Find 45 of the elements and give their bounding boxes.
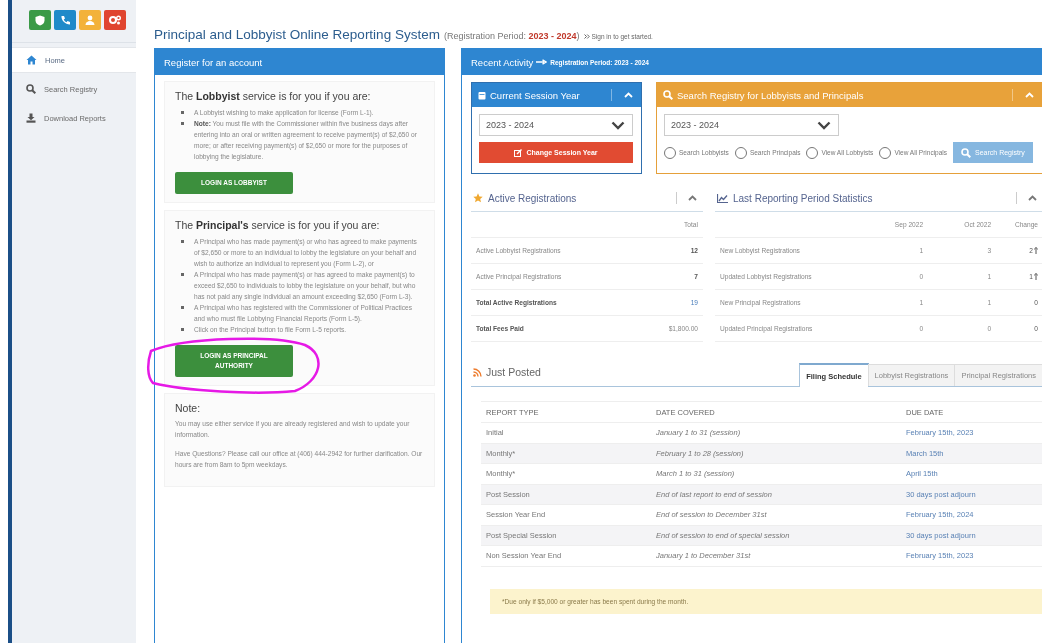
panel-title: Register for an account [164,56,263,68]
search-icon [663,90,673,100]
card-title: Search Registry for Lobbyists and Principals [677,89,865,101]
card-title: Current Session Year [490,89,581,101]
page-title: Principal and Lobbyist Online Reporting System [154,27,440,42]
chevron-up-icon [1028,195,1037,201]
shield-button[interactable] [29,10,51,30]
phone-button[interactable] [54,10,76,30]
bullet-icon [181,240,184,243]
bullet-icon [181,273,184,276]
section-title: Just Posted [486,366,541,378]
download-icon [26,113,36,123]
bullet-icon [181,111,184,114]
calendar-icon [478,90,486,100]
double-chevron-icon [583,34,590,39]
shield-icon [35,14,45,26]
bullet-icon [181,122,184,125]
note-heading: Note: [175,402,202,414]
bullet-icon [181,306,184,309]
panel-title: Recent Activity [471,56,534,68]
section-heading: The Principal's service is for you if you are: [175,219,381,231]
search-icon [961,147,971,158]
settings-button[interactable] [104,10,126,30]
phone-icon [60,15,70,25]
section-title: Active Registrations [488,192,578,204]
rss-icon [473,367,482,377]
arrow-right-icon [536,59,548,65]
chevron-up-icon [624,92,633,98]
registration-period: (Registration Period: 2023 - 2024) [443,31,580,41]
star-icon [473,193,483,203]
gears-icon [109,15,121,25]
session-select[interactable]: 2023 - 2024 [479,114,633,136]
chevron-down-icon [611,120,625,130]
chart-icon [717,193,728,203]
home-icon [26,55,37,65]
chevron-up-icon [1025,92,1034,98]
bullet-icon [181,328,184,331]
search-icon [26,84,36,94]
chevron-up-icon [688,195,697,201]
user-icon [85,15,95,25]
edit-icon [514,148,523,157]
section-title: Last Reporting Period Statistics [733,192,874,204]
chevron-down-icon [817,120,831,130]
section-heading: The Lobbyist service is for you if you are: [175,90,372,102]
year-select[interactable]: 2023 - 2024 [664,114,839,136]
